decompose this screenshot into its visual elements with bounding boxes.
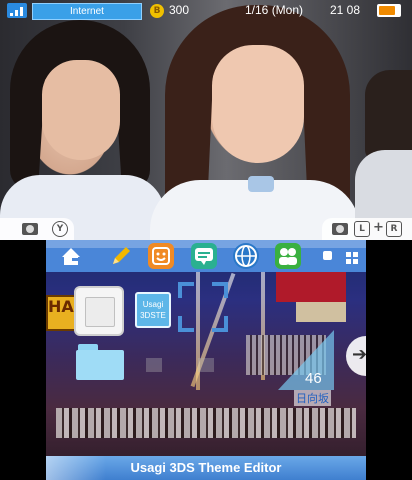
- l-button-icon: L: [354, 221, 370, 237]
- status-bar: Internet B 300 1/16 (Mon) 21 08: [0, 0, 412, 22]
- r-button-icon: R: [386, 221, 402, 237]
- person-right-hair: [365, 70, 412, 160]
- face-icon[interactable]: [148, 243, 174, 269]
- stage-banner: [296, 302, 346, 322]
- empty-slot[interactable]: [198, 358, 214, 372]
- scroll-right-button[interactable]: ➔: [346, 336, 366, 376]
- y-button-icon: Y: [52, 221, 68, 237]
- arrow-right-icon: ➔: [352, 344, 366, 365]
- person-left-face: [42, 60, 120, 160]
- time-display: 21 08: [330, 3, 361, 17]
- plus-sign: +: [373, 220, 384, 235]
- top-screen: Internet B 300 1/16 (Mon) 21 08 Y L + R: [0, 0, 412, 240]
- usagi-app-tile[interactable]: Usagi 3DSTE: [135, 292, 171, 328]
- camera-shortcut[interactable]: Y: [0, 218, 74, 240]
- home-settings-icon[interactable]: [58, 243, 84, 269]
- ribbon-bow: [248, 176, 274, 192]
- pennant-number: 46: [305, 370, 322, 387]
- theme-title: Usagi 3DS Theme Editor: [130, 460, 282, 475]
- battery-icon: [377, 4, 401, 17]
- network-status: Internet: [32, 3, 142, 20]
- chat-icon[interactable]: [191, 243, 217, 269]
- camera-icon: [22, 223, 38, 235]
- app-toolbar: [46, 240, 366, 272]
- globe-icon[interactable]: [233, 243, 259, 269]
- selection-cursor-icon: [178, 282, 228, 332]
- empty-slot[interactable]: [146, 358, 162, 372]
- person-center-face: [212, 45, 304, 163]
- battery-fill: [379, 6, 395, 15]
- stage-banner: [276, 272, 346, 302]
- performers-row: [56, 408, 356, 438]
- large-grid-icon[interactable]: [346, 249, 358, 264]
- pencil-icon[interactable]: [108, 243, 134, 269]
- screenshot-shortcut[interactable]: L + R: [322, 218, 412, 240]
- empty-app-tile[interactable]: [76, 288, 122, 334]
- signal-strength-icon: [7, 3, 27, 18]
- theme-title-bar: Usagi 3DS Theme Editor: [46, 456, 366, 480]
- date-display: 1/16 (Mon): [245, 3, 304, 17]
- folder-icon[interactable]: [76, 344, 124, 380]
- camera-icon: [332, 223, 348, 235]
- bottom-screen: HAP Usagi 3DSTE 46 日向坂 ➔ Usagi 3DS Theme…: [46, 240, 366, 480]
- coin-count: 300: [169, 3, 190, 17]
- pennant-text: 日向坂: [294, 390, 331, 406]
- friends-icon[interactable]: [275, 243, 301, 269]
- play-coin-icon: B: [150, 4, 164, 18]
- small-grid-icon[interactable]: [323, 251, 332, 260]
